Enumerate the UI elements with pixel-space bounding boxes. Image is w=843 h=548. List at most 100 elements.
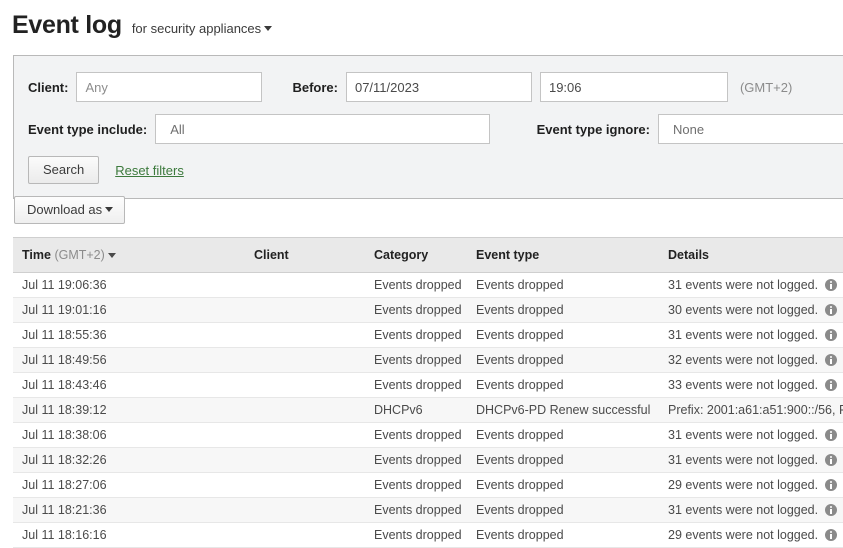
cell-category: Events dropped [374,423,476,448]
details-text: 29 events were not logged. [668,478,818,492]
table-row[interactable]: Jul 11 18:55:36Events droppedEvents drop… [13,323,843,348]
details-content: 31 events were not logged. [668,503,843,517]
cell-event-type: Events dropped [476,273,668,298]
cell-event-type: Events dropped [476,298,668,323]
cell-time: Jul 11 18:49:56 [13,348,254,373]
cell-event-type: Events dropped [476,323,668,348]
cell-client [254,448,374,473]
info-icon[interactable] [825,329,837,341]
cell-time: Jul 11 18:38:06 [13,423,254,448]
event-type-ignore-label: Event type ignore: [537,122,650,137]
cell-category: Events dropped [374,323,476,348]
table-head: Time (GMT+2) Client Category Event type … [13,238,843,273]
details-content: 31 events were not logged. [668,428,843,442]
cell-category: Events dropped [374,523,476,548]
event-type-ignore-input[interactable] [658,114,843,144]
cell-client [254,498,374,523]
info-icon[interactable] [825,279,837,291]
cell-time: Jul 11 18:21:36 [13,498,254,523]
column-header-event-type[interactable]: Event type [476,238,668,273]
details-content: Prefix: 2001:a61:a51:900::/56, Preferred… [668,403,843,417]
cell-event-type: Events dropped [476,523,668,548]
cell-client [254,523,374,548]
table-row[interactable]: Jul 11 18:39:12DHCPv6DHCPv6-PD Renew suc… [13,398,843,423]
table-row[interactable]: Jul 11 18:43:46Events droppedEvents drop… [13,373,843,398]
info-icon[interactable] [825,454,837,466]
cell-client [254,423,374,448]
cell-category: DHCPv6 [374,398,476,423]
event-type-include-label: Event type include: [28,122,147,137]
scope-dropdown[interactable]: for security appliances [132,21,272,37]
before-date-input[interactable] [346,72,532,102]
download-as-button[interactable]: Download as [14,196,125,224]
page-title: Event log [12,10,122,40]
info-icon[interactable] [825,429,837,441]
details-text: Prefix: 2001:a61:a51:900::/56, Preferred… [668,403,843,417]
cell-event-type: Events dropped [476,348,668,373]
cell-client [254,473,374,498]
info-icon[interactable] [825,504,837,516]
table-row[interactable]: Jul 11 18:38:06 Events droppedEvents drop… [13,423,843,448]
cell-client [254,373,374,398]
cell-time: Jul 11 19:01:16 [13,298,254,323]
cell-time: Jul 11 18:16:16 [13,523,254,548]
cell-details: 31 events were not logged. [668,273,843,298]
cell-details: 31 events were not logged. [668,423,843,448]
before-time-input[interactable] [540,72,728,102]
table-row[interactable]: Jul 11 19:06:36Events droppedEvents drop… [13,273,843,298]
table-row[interactable]: Jul 11 18:21:36Events droppedEvents drop… [13,498,843,523]
table-row[interactable]: Jul 11 18:27:06Events droppedEvents drop… [13,473,843,498]
chevron-down-icon [105,207,113,212]
details-text: 30 events were not logged. [668,303,818,317]
details-content: 33 events were not logged. [668,378,843,392]
info-icon[interactable] [825,479,837,491]
cell-event-type: Events dropped [476,373,668,398]
filter-row-types: Event type include: Event type ignore: [14,108,843,150]
cell-details: 30 events were not logged. [668,298,843,323]
column-header-time[interactable]: Time (GMT+2) [13,238,254,273]
column-header-details[interactable]: Details [668,238,843,273]
client-input[interactable] [76,72,262,102]
details-text: 31 events were not logged. [668,453,818,467]
info-icon[interactable] [825,379,837,391]
cell-event-type: Events dropped [476,473,668,498]
cell-category: Events dropped [374,473,476,498]
caret-down-icon [108,253,116,258]
column-header-category[interactable]: Category [374,238,476,273]
table-row[interactable]: Jul 11 19:01:16 Events droppedEvents drop… [13,298,843,323]
cell-event-type: Events dropped [476,423,668,448]
info-icon[interactable] [825,529,837,541]
info-icon[interactable] [825,354,837,366]
reset-filters-link[interactable]: Reset filters [115,163,184,178]
table-row[interactable]: Jul 11 18:32:26Events droppedEvents drop… [13,448,843,473]
cell-category: Events dropped [374,373,476,398]
cell-details: 33 events were not logged. [668,373,843,398]
page-header: Event log for security appliances [0,0,843,40]
search-button[interactable]: Search [28,156,99,184]
details-content: 31 events were not logged. [668,453,843,467]
cell-time: Jul 11 18:32:26 [13,448,254,473]
timezone-label: (GMT+2) [740,80,792,95]
download-as-label: Download as [27,202,102,217]
cell-details: 29 events were not logged. [668,473,843,498]
cell-details: 31 events were not logged. [668,448,843,473]
filter-row-top: Client: Before: (GMT+2) [14,66,843,108]
column-header-client[interactable]: Client [254,238,374,273]
details-text: 29 events were not logged. [668,528,818,542]
cell-details: Prefix: 2001:a61:a51:900::/56, Preferred… [668,398,843,423]
details-content: 29 events were not logged. [668,478,843,492]
details-text: 31 events were not logged. [668,503,818,517]
cell-category: Events dropped [374,298,476,323]
download-toolbar: Download as [14,196,125,224]
cell-client [254,273,374,298]
cell-time: Jul 11 18:39:12 [13,398,254,423]
table-row[interactable]: Jul 11 18:49:56Events droppedEvents drop… [13,348,843,373]
event-type-include-input[interactable] [155,114,489,144]
cell-time: Jul 11 19:06:36 [13,273,254,298]
table-row[interactable]: Jul 11 18:16:16 Events droppedEvents drop… [13,523,843,548]
details-text: 31 events were not logged. [668,328,818,342]
details-text: 31 events were not logged. [668,278,818,292]
details-content: 31 events were not logged. [668,328,843,342]
cell-client [254,323,374,348]
info-icon[interactable] [825,304,837,316]
